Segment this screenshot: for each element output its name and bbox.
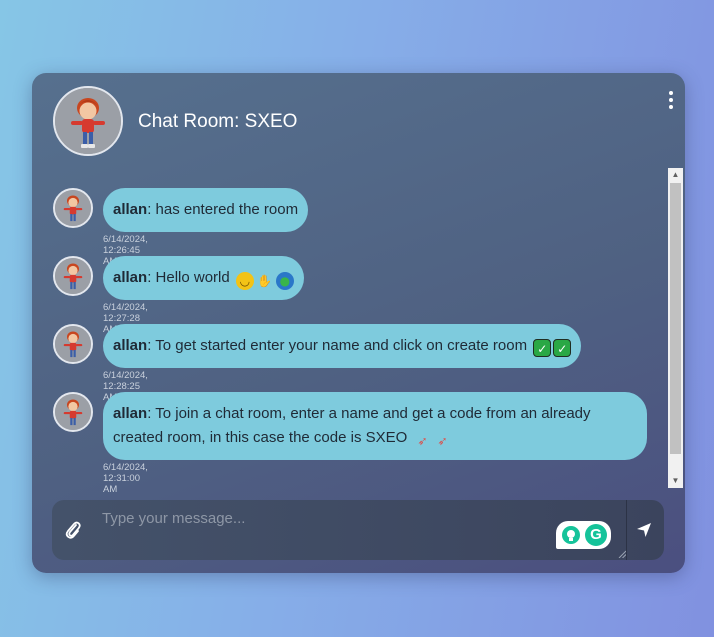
message-composer: G [52,500,664,560]
message-text: : To get started enter your name and cli… [147,337,528,354]
message-list-scrollbar[interactable]: ▲ ▼ [668,168,683,488]
message-author: allan [113,337,148,354]
user-avatar [53,256,93,296]
paperclip-icon[interactable] [64,520,82,540]
send-icon[interactable] [634,520,654,540]
scrollbar-thumb[interactable] [670,183,681,454]
composer-divider [626,500,627,560]
message-text: : has entered the room [147,201,299,218]
chat-header: Chat Room: SXEO [32,73,685,168]
check-mark-emoji: ✓ [533,339,552,357]
message-text: : To join a chat room, enter a name and … [113,405,591,446]
chat-window: Chat Room: SXEO allan: has entered the r… [32,73,685,573]
cartoon-boy-avatar-icon [55,258,91,294]
lightbulb-icon[interactable] [562,526,580,544]
rocket-emoji: ➶ [437,434,448,448]
message-author: allan [113,201,148,218]
user-avatar [53,188,93,228]
chat-room-title: Chat Room: SXEO [138,111,298,132]
user-avatar [53,392,93,432]
message-author: allan [113,405,148,422]
grinning-face-emoji: ◡ [235,272,254,290]
message-input[interactable] [92,500,627,560]
message-timestamp: 6/14/2024, 12:31:00 AM [103,462,148,495]
message-bubble: allan: To join a chat room, enter a name… [103,392,647,460]
globe-emoji: ● [275,272,294,290]
cartoon-boy-avatar-icon [55,394,91,430]
cartoon-boy-avatar-icon [55,88,121,154]
scroll-down-arrow-icon[interactable]: ▼ [668,474,683,488]
room-avatar [53,86,123,156]
scroll-up-arrow-icon[interactable]: ▲ [668,168,683,182]
cartoon-boy-avatar-icon [55,326,91,362]
user-avatar [53,324,93,364]
grammarly-logo-icon[interactable]: G [585,524,607,546]
message-text: : Hello world [147,269,230,286]
rocket-emoji: ➶ [417,434,428,448]
waving-hand-emoji: ✋ [257,274,273,288]
grammarly-widget[interactable]: G [556,521,611,549]
cartoon-boy-avatar-icon [55,190,91,226]
message-bubble: allan: has entered the room [103,188,309,232]
more-vertical-icon[interactable] [667,91,675,109]
message-bubble: allan: To get started enter your name an… [103,324,582,368]
check-mark-emoji: ✓ [553,339,572,357]
message-bubble: allan: Hello world ◡ ✋ ● [103,256,304,300]
resize-grip-icon[interactable] [618,550,626,558]
message-author: allan [113,269,148,286]
